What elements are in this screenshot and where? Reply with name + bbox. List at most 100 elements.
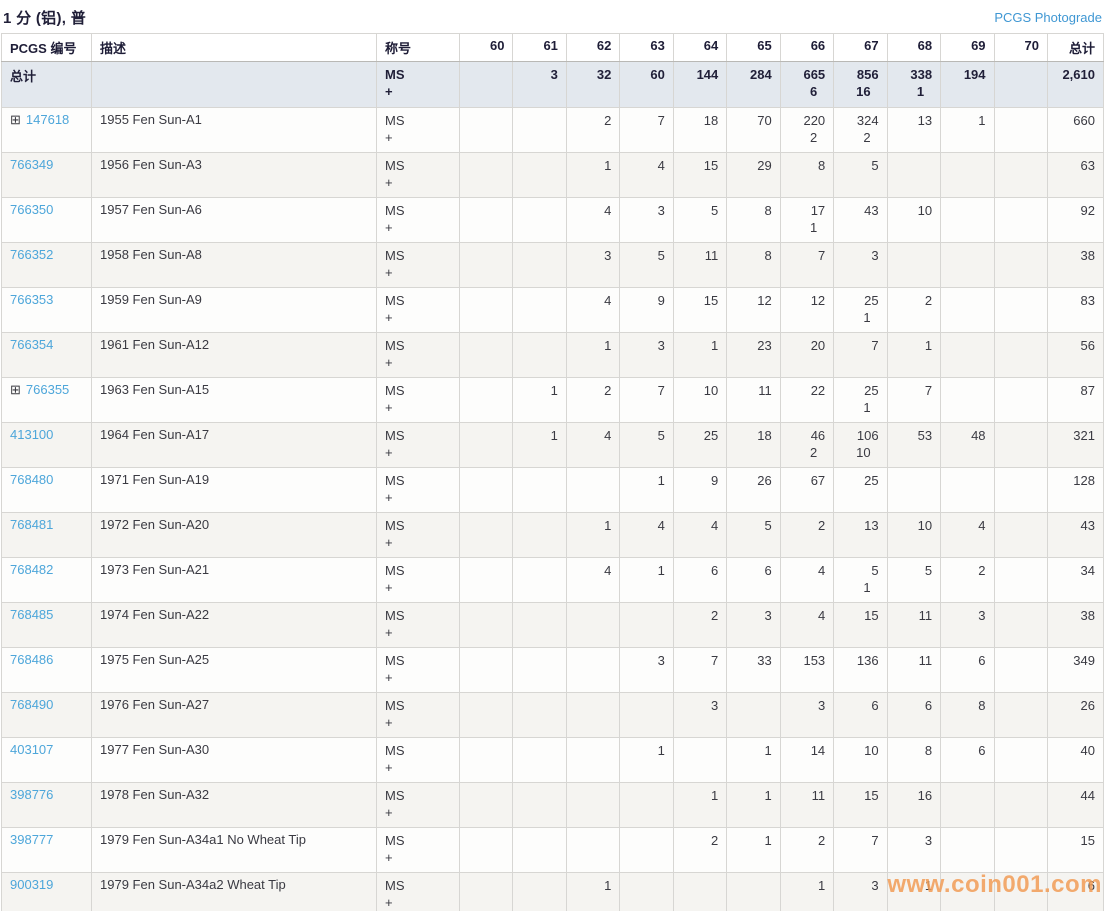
pcgs-number-link[interactable]: 413100 <box>10 427 53 442</box>
cell-grade-67: 3 <box>833 242 888 288</box>
cell-grade-63: 1 <box>619 467 674 513</box>
grade-count: 1 <box>764 788 772 803</box>
pcgs-number-link[interactable]: 766354 <box>10 337 53 352</box>
designation-line: MS <box>385 428 405 443</box>
cell-grade-62: 4 <box>565 197 621 243</box>
plus-grade-count: 2 <box>809 445 818 460</box>
cell-grade-65: 1 <box>726 827 781 873</box>
table-row: 768485 1974 Fen Sun-A22 MS +2 3 4 15 11 3 38 <box>1 602 1104 648</box>
grade-count: 4 <box>604 203 612 218</box>
designation-line: + <box>385 535 393 550</box>
cell-grade-62 <box>565 737 621 783</box>
pcgs-number-link[interactable]: 768486 <box>10 652 53 667</box>
row-total: 2,610 <box>1062 67 1095 82</box>
cell-grade-67: 3 <box>833 872 888 911</box>
grade-count: 2 <box>711 608 719 623</box>
grade-count: 6 <box>978 653 986 668</box>
cell-grade-70 <box>993 467 1049 513</box>
coin-description-cell: 1956 Fen Sun-A3 <box>91 152 377 198</box>
grade-count: 7 <box>817 248 826 263</box>
pcgs-number-link[interactable]: 768490 <box>10 697 53 712</box>
cell-grade-66: 17 1 <box>779 197 835 243</box>
pcgs-number-link[interactable]: 768480 <box>10 472 53 487</box>
coin-description-cell: 1977 Fen Sun-A30 <box>91 737 377 783</box>
cell-grade-65: 5 <box>726 512 781 558</box>
designation-cell: MS + <box>376 242 460 288</box>
designation-cell: MS + <box>376 377 460 423</box>
cell-grade-68 <box>886 242 942 288</box>
row-total: 87 <box>1080 383 1095 398</box>
cell-grade-65: 8 <box>726 197 781 243</box>
cell-grade-67: 106 10 <box>833 422 888 468</box>
pcgs-number-link[interactable]: 766350 <box>10 202 53 217</box>
pcgs-number-cell: 766354 <box>1 332 92 378</box>
expand-icon[interactable]: ⊞ <box>10 382 21 397</box>
column-header-69: 69 <box>940 33 995 62</box>
grade-count: 7 <box>924 383 933 398</box>
cell-grade-65 <box>726 692 781 738</box>
cell-grade-61 <box>512 197 567 243</box>
pcgs-number-link[interactable]: 768482 <box>10 562 53 577</box>
grade-count: 3 <box>550 67 558 82</box>
cell-grade-63 <box>619 602 674 648</box>
row-total: 660 <box>1073 113 1095 128</box>
cell-grade-63: 1 <box>619 737 674 783</box>
table-header-row: PCGS 编号 描述 称号 60 61 62 63 64 65 66 67 68 69 70 总计 <box>1 33 1104 62</box>
table-row: 413100 1964 Fen Sun-A17 MS +1 4 5 25 18 46 2 106 10… <box>1 422 1104 468</box>
expand-icon[interactable]: ⊞ <box>10 112 21 127</box>
designation-line: MS <box>385 383 405 398</box>
pcgs-number-cell: 413100 <box>1 422 92 468</box>
cell-grade-68: 53 <box>886 422 942 468</box>
cell-grade-60 <box>458 782 514 828</box>
pcgs-number-link[interactable]: 766352 <box>10 247 53 262</box>
pcgs-photograde-link[interactable]: PCGS Photograde <box>994 10 1102 25</box>
column-header-desig: 称号 <box>376 33 460 62</box>
row-total: 26 <box>1080 698 1095 713</box>
pcgs-number-link[interactable]: 766353 <box>10 292 53 307</box>
grade-count: 4 <box>817 563 826 578</box>
designation-line: MS <box>385 113 405 128</box>
designation-cell: MS + <box>376 287 460 333</box>
pcgs-number-cell: 403107 <box>1 737 92 783</box>
pcgs-number-link[interactable]: 766355 <box>26 382 69 397</box>
pcgs-number-link[interactable]: 398777 <box>10 832 53 847</box>
pcgs-number-link[interactable]: 147618 <box>26 112 69 127</box>
grade-count: 338 <box>910 67 933 82</box>
pcgs-number-link[interactable]: 403107 <box>10 742 53 757</box>
column-header-63: 63 <box>619 33 674 62</box>
cell-grade-68: 16 <box>886 782 942 828</box>
cell-grade-66: 46 2 <box>779 422 835 468</box>
grade-count: 1 <box>711 788 719 803</box>
table-row: 900319 1979 Fen Sun-A34a2 Wheat Tip MS +1 1 3… <box>1 872 1104 911</box>
pcgs-number-link[interactable]: 900319 <box>10 877 53 892</box>
pcgs-number-link[interactable]: 768485 <box>10 607 53 622</box>
pcgs-number-link[interactable]: 398776 <box>10 787 53 802</box>
pcgs-number-cell: 900319 <box>1 872 92 911</box>
cell-grade-68: 11 <box>886 647 942 693</box>
grade-count: 1 <box>711 338 719 353</box>
cell-grade-62: 1 <box>565 872 621 911</box>
pcgs-number-link[interactable]: 768481 <box>10 517 53 532</box>
cell-grade-68: 5 <box>886 557 942 603</box>
cell-total: 321 <box>1047 422 1104 468</box>
coin-description-cell: 1957 Fen Sun-A6 <box>91 197 377 243</box>
cell-grade-67: 25 <box>833 467 888 513</box>
cell-grade-68: 8 <box>886 737 942 783</box>
grade-count: 665 <box>803 67 826 82</box>
cell-total: 2,610 <box>1047 61 1104 108</box>
pcgs-number-link[interactable]: 766349 <box>10 157 53 172</box>
cell-grade-66: 4 <box>779 602 835 648</box>
designation-line: MS <box>385 608 405 623</box>
cell-grade-68: 7 <box>886 377 942 423</box>
cell-grade-67: 7 <box>833 827 888 873</box>
cell-grade-62: 1 <box>565 332 621 378</box>
cell-grade-60 <box>458 287 514 333</box>
grade-count: 7 <box>657 113 665 128</box>
cell-grade-68: 2 <box>886 287 942 333</box>
cell-grade-60 <box>458 197 514 243</box>
row-total: 34 <box>1080 563 1095 578</box>
cell-grade-60 <box>458 467 514 513</box>
cell-grade-63: 1 <box>619 557 674 603</box>
table-row: 768490 1976 Fen Sun-A27 MS +3 3 6 6 8 26 <box>1 692 1104 738</box>
cell-grade-66: 153 <box>779 647 835 693</box>
